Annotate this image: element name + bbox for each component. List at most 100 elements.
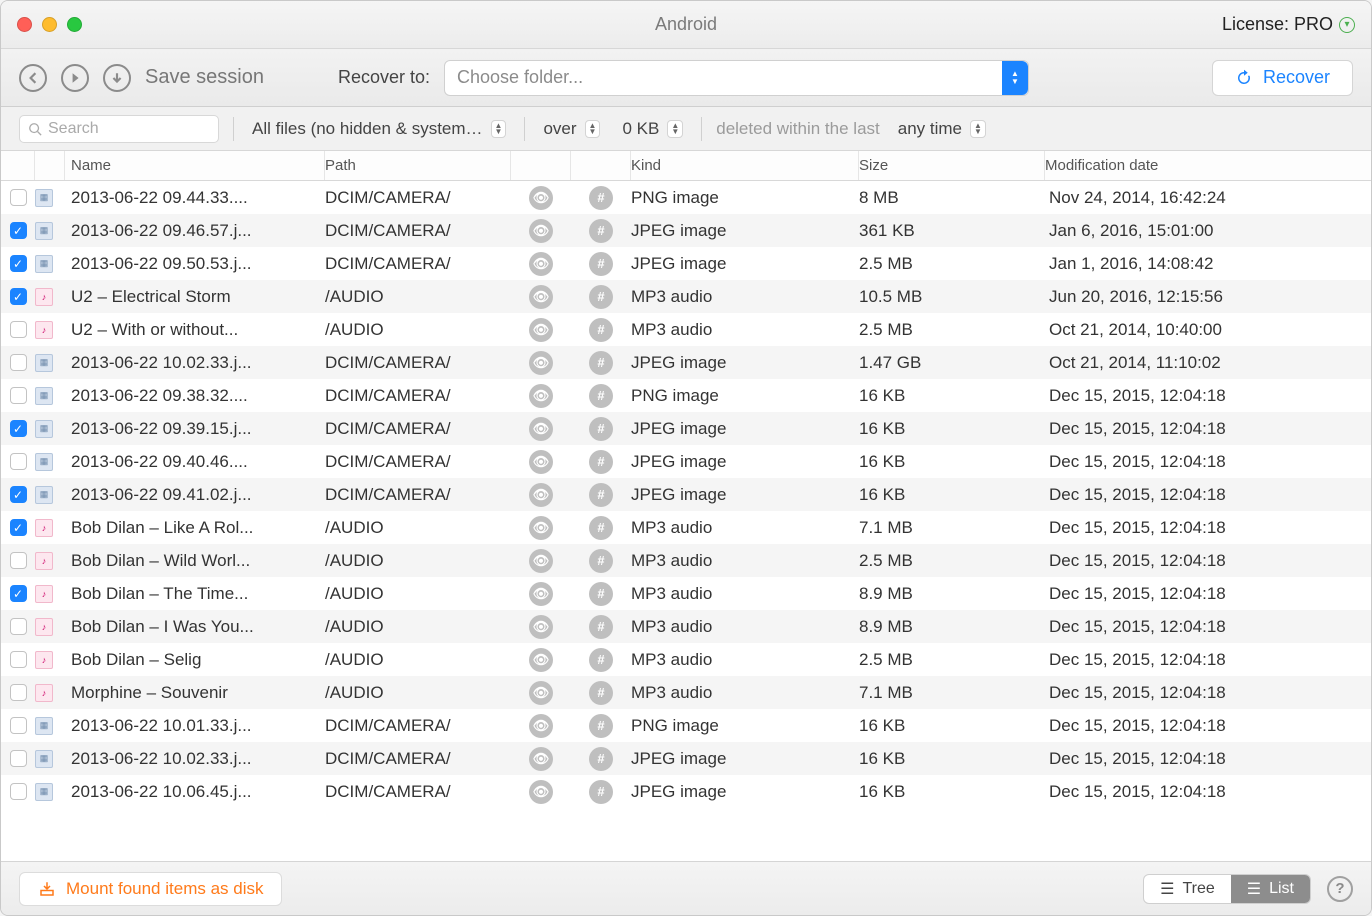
header-date[interactable]: Modification date: [1045, 151, 1371, 180]
hash-button[interactable]: #: [589, 714, 613, 738]
maximize-window-button[interactable]: [67, 17, 82, 32]
row-checkbox[interactable]: [10, 684, 27, 701]
list-view-button[interactable]: ☰ List: [1231, 875, 1310, 903]
row-checkbox[interactable]: [10, 354, 27, 371]
table-row[interactable]: ♪ Bob Dilan – Selig /AUDIO 👁 # MP3 audio…: [1, 643, 1371, 676]
table-row[interactable]: ✓ ♪ U2 – Electrical Storm /AUDIO 👁 # MP3…: [1, 280, 1371, 313]
preview-button[interactable]: 👁: [529, 582, 553, 606]
row-checkbox[interactable]: ✓: [10, 486, 27, 503]
table-row[interactable]: ▦ 2013-06-22 09.38.32.... DCIM/CAMERA/ 👁…: [1, 379, 1371, 412]
row-checkbox[interactable]: [10, 552, 27, 569]
table-row[interactable]: ✓ ♪ Bob Dilan – Like A Rol... /AUDIO 👁 #…: [1, 511, 1371, 544]
time-range-select[interactable]: any time ▲▼: [894, 115, 990, 143]
hash-button[interactable]: #: [589, 516, 613, 540]
preview-button[interactable]: 👁: [529, 714, 553, 738]
preview-button[interactable]: 👁: [529, 483, 553, 507]
recover-button[interactable]: Recover: [1212, 60, 1353, 96]
preview-button[interactable]: 👁: [529, 450, 553, 474]
mount-button[interactable]: Mount found items as disk: [19, 872, 282, 906]
preview-button[interactable]: 👁: [529, 615, 553, 639]
hash-button[interactable]: #: [589, 417, 613, 441]
hash-button[interactable]: #: [589, 648, 613, 672]
row-checkbox[interactable]: ✓: [10, 420, 27, 437]
download-button[interactable]: [103, 64, 131, 92]
preview-button[interactable]: 👁: [529, 285, 553, 309]
size-value-select[interactable]: 0 KB ▲▼: [618, 115, 687, 143]
table-row[interactable]: ✓ ▦ 2013-06-22 09.46.57.j... DCIM/CAMERA…: [1, 214, 1371, 247]
close-window-button[interactable]: [17, 17, 32, 32]
hash-button[interactable]: #: [589, 285, 613, 309]
hash-button[interactable]: #: [589, 747, 613, 771]
header-name[interactable]: Name: [65, 151, 325, 180]
play-button[interactable]: [61, 64, 89, 92]
search-input[interactable]: Search: [19, 115, 219, 143]
row-checkbox[interactable]: [10, 387, 27, 404]
table-row[interactable]: ✓ ▦ 2013-06-22 09.50.53.j... DCIM/CAMERA…: [1, 247, 1371, 280]
preview-button[interactable]: 👁: [529, 384, 553, 408]
row-checkbox[interactable]: ✓: [10, 519, 27, 536]
table-row[interactable]: ♪ Bob Dilan – I Was You... /AUDIO 👁 # MP…: [1, 610, 1371, 643]
hash-button[interactable]: #: [589, 615, 613, 639]
help-button[interactable]: ?: [1327, 876, 1353, 902]
row-checkbox[interactable]: [10, 750, 27, 767]
hash-button[interactable]: #: [589, 483, 613, 507]
hash-button[interactable]: #: [589, 582, 613, 606]
minimize-window-button[interactable]: [42, 17, 57, 32]
preview-button[interactable]: 👁: [529, 747, 553, 771]
row-checkbox[interactable]: [10, 783, 27, 800]
header-kind[interactable]: Kind: [631, 151, 859, 180]
table-row[interactable]: ▦ 2013-06-22 10.02.33.j... DCIM/CAMERA/ …: [1, 346, 1371, 379]
preview-button[interactable]: 👁: [529, 219, 553, 243]
row-checkbox[interactable]: ✓: [10, 222, 27, 239]
preview-button[interactable]: 👁: [529, 186, 553, 210]
tree-view-button[interactable]: ☰ Tree: [1144, 875, 1231, 903]
table-row[interactable]: ▦ 2013-06-22 10.01.33.j... DCIM/CAMERA/ …: [1, 709, 1371, 742]
row-checkbox[interactable]: [10, 717, 27, 734]
recover-folder-select[interactable]: Choose folder... ▲▼: [444, 60, 1029, 96]
hash-button[interactable]: #: [589, 219, 613, 243]
row-checkbox[interactable]: [10, 651, 27, 668]
header-path[interactable]: Path: [325, 151, 511, 180]
hash-button[interactable]: #: [589, 549, 613, 573]
preview-button[interactable]: 👁: [529, 417, 553, 441]
preview-button[interactable]: 👁: [529, 318, 553, 342]
table-row[interactable]: ▦ 2013-06-22 10.06.45.j... DCIM/CAMERA/ …: [1, 775, 1371, 808]
table-row[interactable]: ▦ 2013-06-22 09.40.46.... DCIM/CAMERA/ 👁…: [1, 445, 1371, 478]
hash-button[interactable]: #: [589, 681, 613, 705]
row-checkbox[interactable]: ✓: [10, 288, 27, 305]
preview-button[interactable]: 👁: [529, 516, 553, 540]
table-row[interactable]: ▦ 2013-06-22 09.44.33.... DCIM/CAMERA/ 👁…: [1, 181, 1371, 214]
table-row[interactable]: ✓ ▦ 2013-06-22 09.41.02.j... DCIM/CAMERA…: [1, 478, 1371, 511]
license-button[interactable]: License: PRO ▾: [1222, 14, 1355, 35]
row-checkbox[interactable]: [10, 189, 27, 206]
hash-button[interactable]: #: [589, 252, 613, 276]
file-filter-select[interactable]: All files (no hidden & system… ▲▼: [248, 115, 510, 143]
preview-button[interactable]: 👁: [529, 681, 553, 705]
table-row[interactable]: ♪ U2 – With or without... /AUDIO 👁 # MP3…: [1, 313, 1371, 346]
table-row[interactable]: ✓ ▦ 2013-06-22 09.39.15.j... DCIM/CAMERA…: [1, 412, 1371, 445]
preview-button[interactable]: 👁: [529, 549, 553, 573]
preview-button[interactable]: 👁: [529, 252, 553, 276]
save-session-button[interactable]: Save session: [145, 66, 264, 89]
row-checkbox[interactable]: [10, 453, 27, 470]
table-row[interactable]: ♪ Bob Dilan – Wild Worl... /AUDIO 👁 # MP…: [1, 544, 1371, 577]
back-button[interactable]: [19, 64, 47, 92]
hash-button[interactable]: #: [589, 186, 613, 210]
preview-button[interactable]: 👁: [529, 648, 553, 672]
row-checkbox[interactable]: ✓: [10, 255, 27, 272]
table-row[interactable]: ▦ 2013-06-22 10.02.33.j... DCIM/CAMERA/ …: [1, 742, 1371, 775]
hash-button[interactable]: #: [589, 450, 613, 474]
row-checkbox[interactable]: [10, 618, 27, 635]
preview-button[interactable]: 👁: [529, 780, 553, 804]
table-row[interactable]: ♪ Morphine – Souvenir /AUDIO 👁 # MP3 aud…: [1, 676, 1371, 709]
hash-button[interactable]: #: [589, 318, 613, 342]
size-op-select[interactable]: over ▲▼: [539, 115, 604, 143]
hash-button[interactable]: #: [589, 384, 613, 408]
row-checkbox[interactable]: ✓: [10, 585, 27, 602]
table-row[interactable]: ✓ ♪ Bob Dilan – The Time... /AUDIO 👁 # M…: [1, 577, 1371, 610]
hash-button[interactable]: #: [589, 351, 613, 375]
preview-button[interactable]: 👁: [529, 351, 553, 375]
row-checkbox[interactable]: [10, 321, 27, 338]
hash-button[interactable]: #: [589, 780, 613, 804]
header-size[interactable]: Size: [859, 151, 1045, 180]
